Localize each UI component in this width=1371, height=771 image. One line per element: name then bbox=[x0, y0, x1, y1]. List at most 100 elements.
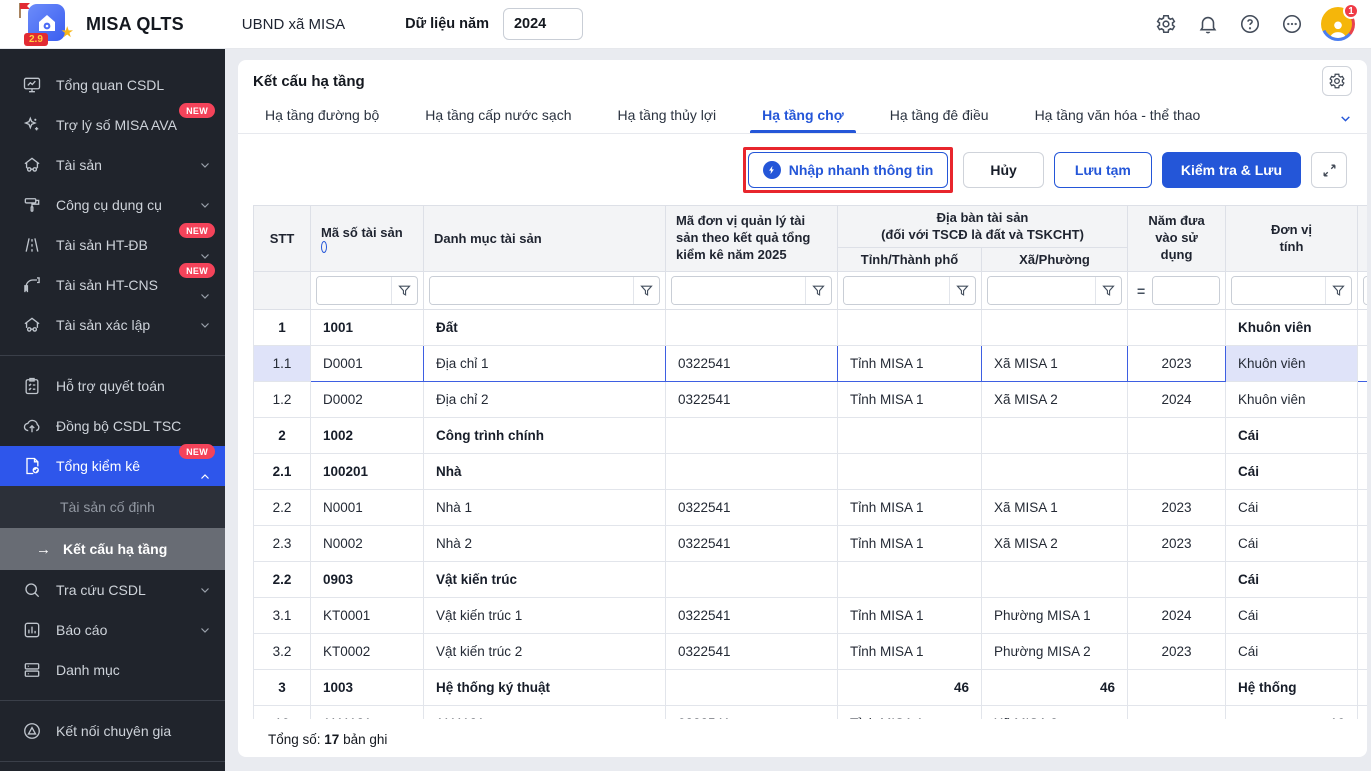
cell-ma-don-vi[interactable] bbox=[666, 454, 838, 490]
quick-entry-button[interactable]: Nhập nhanh thông tin bbox=[748, 152, 949, 188]
filter-input-overflow[interactable] bbox=[1364, 277, 1367, 304]
cell-ma-don-vi[interactable]: 0322541 bbox=[666, 346, 838, 382]
sidebar-item-ket-noi-chuyen-gia[interactable]: Kết nối chuyên gia bbox=[0, 711, 225, 751]
cell-overflow[interactable] bbox=[1358, 490, 1367, 526]
filter-icon[interactable] bbox=[949, 277, 975, 304]
cell-stt[interactable]: 2.2 bbox=[254, 490, 311, 526]
sidebar-item-danh-muc[interactable]: Danh mục bbox=[0, 650, 225, 690]
cell-xa[interactable]: Phường MISA 1 bbox=[982, 598, 1128, 634]
sidebar-item-ho-tro-quyet-toan[interactable]: Hỗ trợ quyết toán bbox=[0, 366, 225, 406]
cell-nam[interactable]: 2023 bbox=[1128, 634, 1226, 670]
filter-icon[interactable] bbox=[1095, 277, 1121, 304]
cell-xa[interactable]: Xã MISA 2 bbox=[982, 526, 1128, 562]
cell-danh-muc[interactable]: Hệ thống ký thuật bbox=[424, 670, 666, 706]
filter-icon[interactable] bbox=[805, 277, 831, 304]
check-and-save-button[interactable]: Kiểm tra & Lưu bbox=[1162, 152, 1301, 188]
cell-ma-don-vi[interactable] bbox=[666, 670, 838, 706]
cell-xa[interactable]: Xã MISA 1 bbox=[982, 346, 1128, 382]
settings-icon[interactable] bbox=[1149, 7, 1183, 41]
cell-tinh[interactable]: Tỉnh MISA 1 bbox=[838, 706, 982, 720]
cell-tinh[interactable]: Tỉnh MISA 1 bbox=[838, 346, 982, 382]
cell-danh-muc[interactable]: Đất bbox=[424, 310, 666, 346]
cell-tinh[interactable]: Tỉnh MISA 1 bbox=[838, 526, 982, 562]
sidebar-item-tai-san[interactable]: Tài sản bbox=[0, 145, 225, 185]
tab-ha-tang-cap-nuoc-sach[interactable]: Hạ tầng cấp nước sạch bbox=[413, 102, 583, 133]
cell-don-vi[interactable]: Cái bbox=[1226, 418, 1358, 454]
sidebar-item-cong-cu-dung-cu[interactable]: Công cụ dụng cụ bbox=[0, 185, 225, 225]
cell-tinh[interactable] bbox=[838, 418, 982, 454]
notifications-icon[interactable] bbox=[1191, 7, 1225, 41]
cell-don-vi[interactable]: Cái bbox=[1226, 526, 1358, 562]
filter-input-xa[interactable] bbox=[988, 277, 1095, 304]
cell-danh-muc[interactable]: 1111121 bbox=[424, 706, 666, 720]
org-name[interactable]: UBND xã MISA bbox=[242, 16, 345, 33]
cell-danh-muc[interactable]: Vật kiến trúc 2 bbox=[424, 634, 666, 670]
cell-overflow[interactable] bbox=[1358, 418, 1367, 454]
cell-don-vi[interactable]: Cái bbox=[1226, 454, 1358, 490]
cell-overflow[interactable] bbox=[1358, 634, 1367, 670]
tab-ha-tang-de-dieu[interactable]: Hạ tầng đê điều bbox=[878, 102, 1001, 133]
cell-ma-so[interactable]: 1003 bbox=[311, 670, 424, 706]
tab-ha-tang-van-hoa-the-thao[interactable]: Hạ tầng văn hóa - thể thao bbox=[1023, 102, 1213, 133]
cell-nam[interactable]: 2023 bbox=[1128, 346, 1226, 382]
cell-nam[interactable] bbox=[1128, 706, 1226, 720]
filter-input-danh-muc[interactable] bbox=[430, 277, 633, 304]
cell-nam[interactable] bbox=[1128, 418, 1226, 454]
cell-danh-muc[interactable]: Địa chỉ 2 bbox=[424, 382, 666, 418]
cell-danh-muc[interactable]: Địa chỉ 1 bbox=[424, 346, 666, 382]
cell-ma-so[interactable]: N0002 bbox=[311, 526, 424, 562]
cell-tinh[interactable]: Tỉnh MISA 1 bbox=[838, 490, 982, 526]
cell-stt[interactable]: 2.2 bbox=[254, 562, 311, 598]
column-header-danh-muc[interactable]: Danh mục tài sản bbox=[424, 206, 666, 272]
cell-xa[interactable] bbox=[982, 310, 1128, 346]
tabs-overflow-chevron-icon[interactable] bbox=[1339, 112, 1352, 133]
cell-don-vi[interactable]: Khuôn viên bbox=[1226, 346, 1358, 382]
sidebar-subitem-ket-cau-ha-tang[interactable]: → Kết cấu hạ tầng bbox=[0, 528, 225, 570]
sidebar-item-tai-san-ht-db[interactable]: Tài sản HT-ĐB NEW bbox=[0, 225, 225, 265]
cell-overflow[interactable] bbox=[1358, 706, 1367, 720]
cell-overflow[interactable] bbox=[1358, 454, 1367, 490]
cell-xa[interactable]: Xã MISA 1 bbox=[982, 490, 1128, 526]
table-settings-button[interactable] bbox=[1322, 66, 1352, 96]
cell-danh-muc[interactable]: Nhà 2 bbox=[424, 526, 666, 562]
cell-overflow[interactable] bbox=[1358, 526, 1367, 562]
filter-icon[interactable] bbox=[391, 277, 417, 304]
cell-nam[interactable]: 2024 bbox=[1128, 598, 1226, 634]
cell-overflow[interactable] bbox=[1358, 598, 1367, 634]
cell-don-vi[interactable]: Cái bbox=[1226, 562, 1358, 598]
cell-nam[interactable] bbox=[1128, 562, 1226, 598]
cell-overflow[interactable] bbox=[1358, 310, 1367, 346]
data-year-input[interactable] bbox=[503, 8, 583, 40]
cell-ma-don-vi[interactable]: 0322541 bbox=[666, 526, 838, 562]
cell-ma-don-vi[interactable]: 0322541 bbox=[666, 634, 838, 670]
cell-ma-don-vi[interactable] bbox=[666, 418, 838, 454]
cell-stt[interactable]: 3.2 bbox=[254, 634, 311, 670]
cell-don-vi[interactable]: Khuôn viên bbox=[1226, 310, 1358, 346]
column-header-dia-ban[interactable]: Địa bàn tài sản(đối với TSCĐ là đất và T… bbox=[838, 206, 1128, 248]
more-icon[interactable] bbox=[1275, 7, 1309, 41]
cell-nam[interactable] bbox=[1128, 454, 1226, 490]
tab-ha-tang-duong-bo[interactable]: Hạ tầng đường bộ bbox=[253, 102, 391, 133]
cell-stt[interactable]: 1.1 bbox=[254, 346, 311, 382]
cell-stt[interactable]: 2.1 bbox=[254, 454, 311, 490]
cell-stt[interactable]: 3.1 bbox=[254, 598, 311, 634]
cell-xa[interactable]: Xã MISA 2 bbox=[982, 706, 1128, 720]
cell-stt[interactable]: 1 bbox=[254, 310, 311, 346]
cell-ma-don-vi[interactable]: 0322541 bbox=[666, 706, 838, 720]
column-header-stt[interactable]: STT bbox=[254, 206, 311, 272]
cell-danh-muc[interactable]: Công trình chính bbox=[424, 418, 666, 454]
tab-ha-tang-cho[interactable]: Hạ tầng chợ bbox=[750, 102, 856, 133]
filter-input-ma-don-vi[interactable] bbox=[672, 277, 805, 304]
cell-don-vi[interactable]: Cái bbox=[1226, 634, 1358, 670]
cell-ma-don-vi[interactable] bbox=[666, 562, 838, 598]
filter-input-tinh[interactable] bbox=[844, 277, 949, 304]
cell-ma-so[interactable]: 1111121 bbox=[311, 706, 424, 720]
column-header-tinh[interactable]: Tỉnh/Thành phố bbox=[838, 248, 982, 272]
cell-don-vi[interactable]: Cái bbox=[1226, 598, 1358, 634]
sidebar-item-dong-bo-csdl-tsc[interactable]: Đồng bộ CSDL TSC bbox=[0, 406, 225, 446]
column-header-xa[interactable]: Xã/Phường bbox=[982, 248, 1128, 272]
filter-icon[interactable] bbox=[633, 277, 659, 304]
cell-ma-so[interactable]: 0903 bbox=[311, 562, 424, 598]
cell-tinh[interactable] bbox=[838, 310, 982, 346]
column-header-don-vi[interactable]: Đơn vị tính bbox=[1226, 206, 1358, 272]
